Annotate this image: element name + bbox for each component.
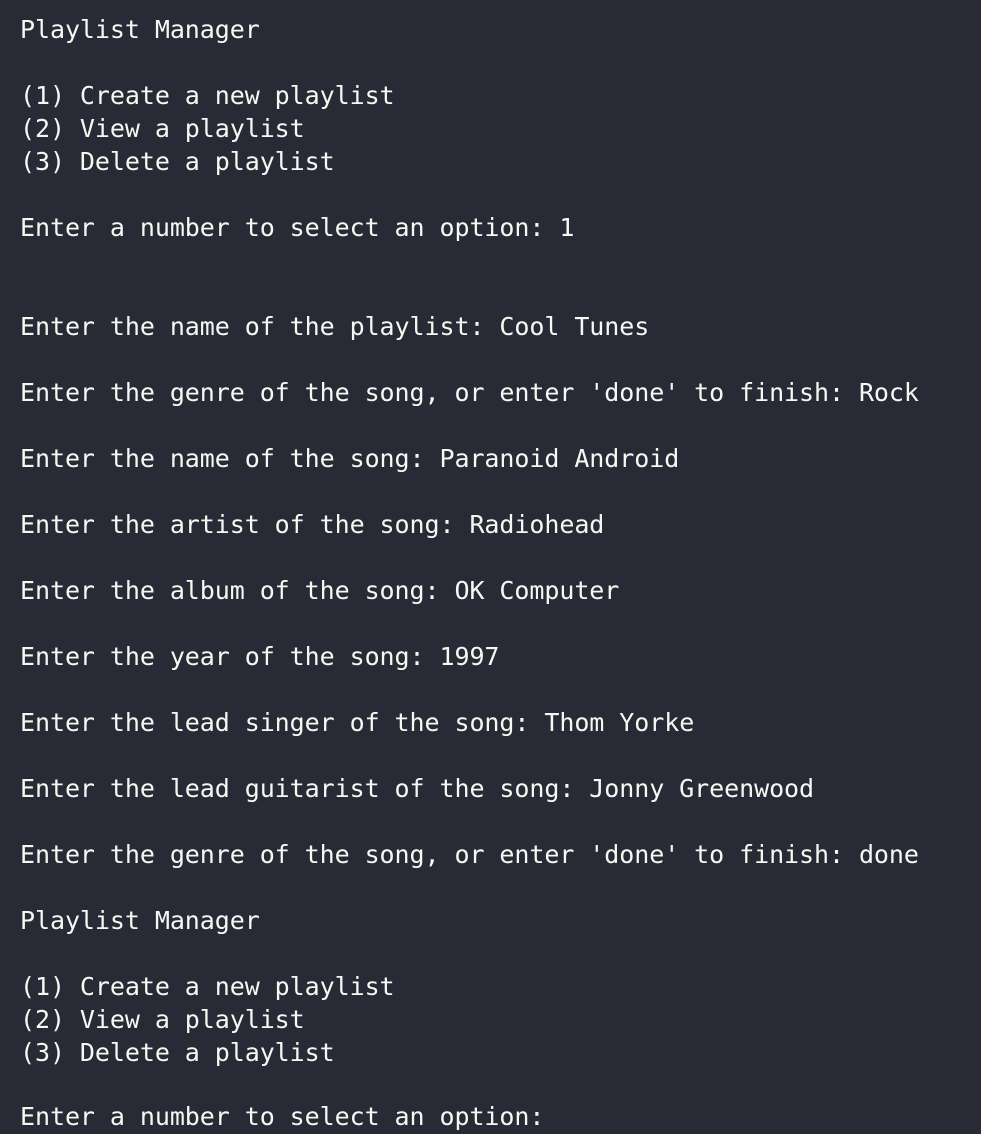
user-input: done — [858, 840, 919, 869]
album-line: Enter the album of the song: OK Computer — [20, 574, 619, 608]
user-input: OK Computer — [454, 576, 620, 605]
prompt-text: Enter a number to select an option: — [20, 213, 560, 242]
user-input: Thom Yorke — [544, 708, 695, 737]
prompt-text: Enter the genre of the song, or enter 'd… — [20, 378, 859, 407]
menu-option-view: (2) View a playlist — [20, 1005, 305, 1034]
playlist-name-line: Enter the name of the playlist: Cool Tun… — [20, 310, 649, 344]
prompt-text: Enter the album of the song: — [20, 576, 455, 605]
user-input: 1997 — [439, 642, 500, 671]
prompt-text: Enter the year of the song: — [20, 642, 440, 671]
genre-done-line: Enter the genre of the song, or enter 'd… — [20, 838, 919, 872]
menu-option-delete: (3) Delete a playlist — [20, 147, 335, 176]
prompt-text: Enter the name of the playlist: — [20, 312, 500, 341]
lead-singer-line: Enter the lead singer of the song: Thom … — [20, 706, 694, 740]
user-input: Jonny Greenwood — [589, 774, 815, 803]
user-input: Paranoid Android — [439, 444, 680, 473]
year-line: Enter the year of the song: 1997 — [20, 640, 499, 674]
menu-title: Playlist Manager — [20, 906, 260, 935]
menu-title: Playlist Manager — [20, 15, 260, 44]
prompt-text: Enter the name of the song: — [20, 444, 440, 473]
menu-option-delete: (3) Delete a playlist — [20, 1038, 335, 1067]
user-input: Rock — [858, 378, 919, 407]
user-input: Cool Tunes — [499, 312, 650, 341]
prompt-text: Enter a number to select an option: — [20, 1102, 545, 1131]
menu-option-view: (2) View a playlist — [20, 114, 305, 143]
prompt-text: Enter the artist of the song: — [20, 510, 470, 539]
song-name-line: Enter the name of the song: Paranoid And… — [20, 442, 679, 476]
artist-line: Enter the artist of the song: Radiohead — [20, 508, 604, 542]
prompt-text: Enter the lead guitarist of the song: — [20, 774, 590, 803]
prompt-text: Enter the genre of the song, or enter 'd… — [20, 840, 859, 869]
menu-option-create: (1) Create a new playlist — [20, 972, 395, 1001]
menu-prompt-line: Enter a number to select an option: 1 — [20, 211, 574, 245]
user-input: Radiohead — [469, 510, 605, 539]
menu-option-create: (1) Create a new playlist — [20, 81, 395, 110]
menu-prompt-line[interactable]: Enter a number to select an option: — [20, 1100, 544, 1134]
prompt-text: Enter the lead singer of the song: — [20, 708, 545, 737]
lead-guitarist-line: Enter the lead guitarist of the song: Jo… — [20, 772, 814, 806]
user-input: 1 — [559, 213, 575, 242]
genre-line: Enter the genre of the song, or enter 'd… — [20, 376, 919, 410]
